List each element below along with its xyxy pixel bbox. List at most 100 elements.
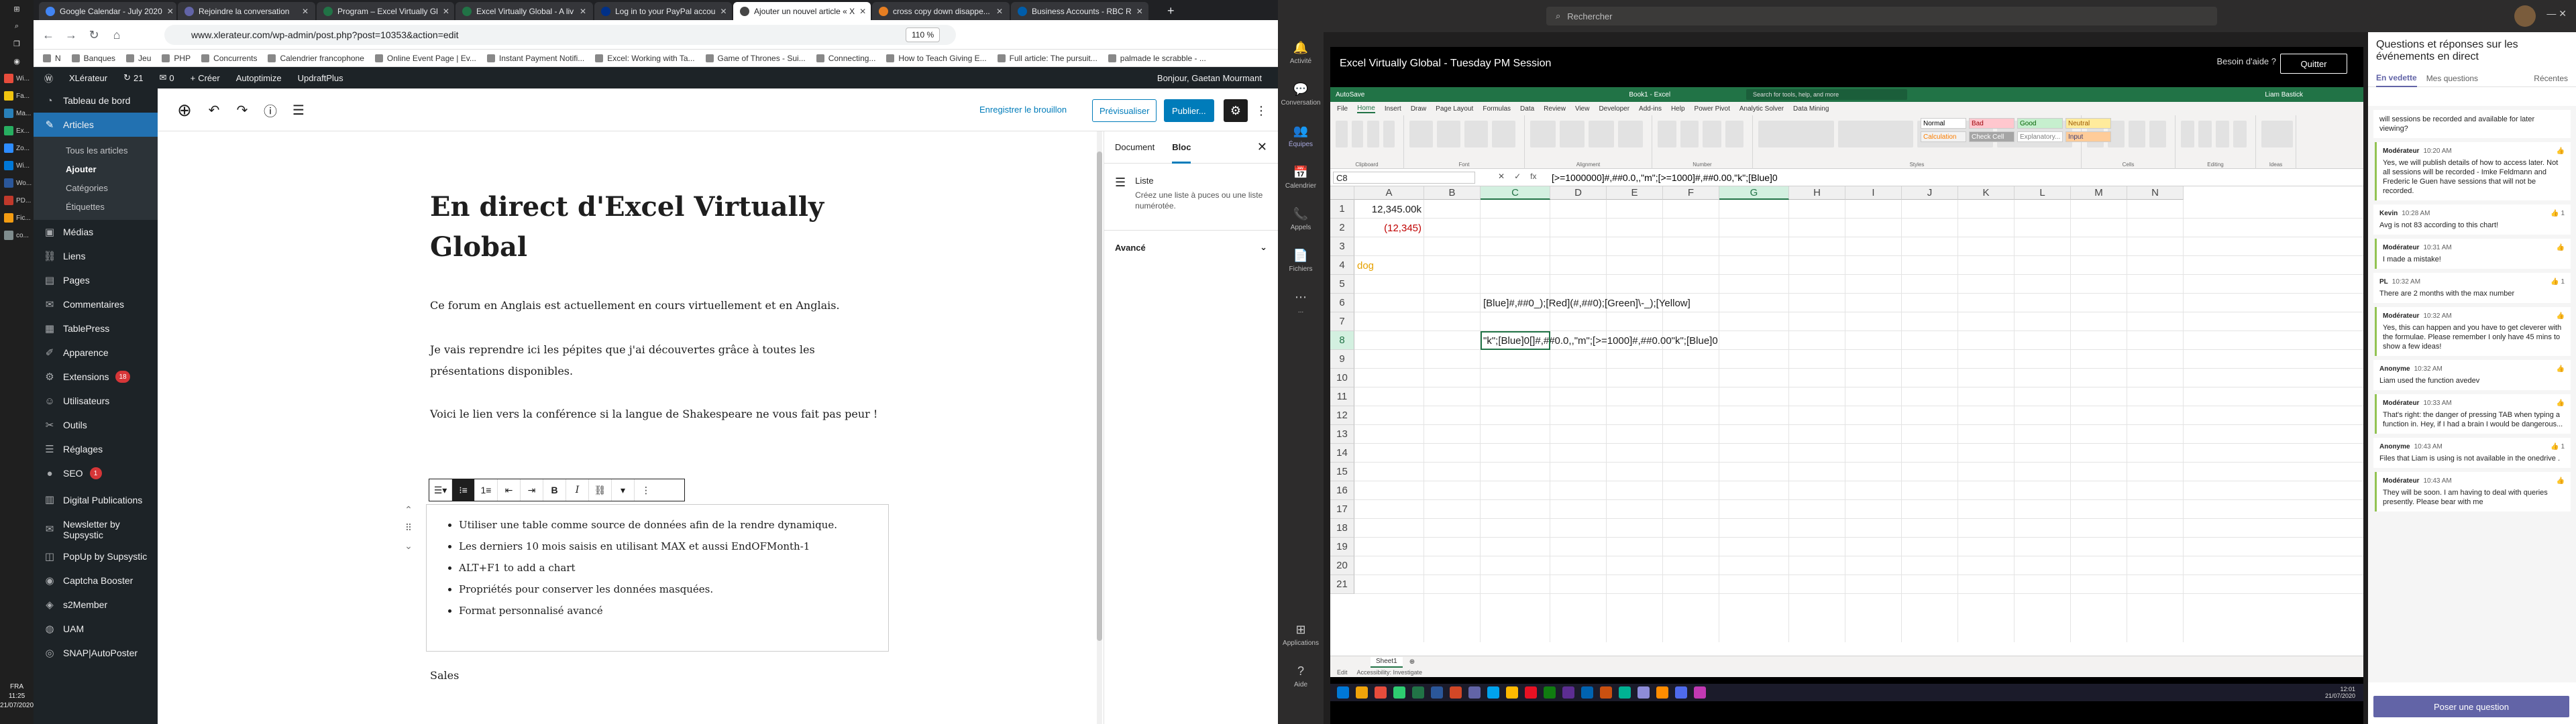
- help-link[interactable]: Besoin d'aide ?: [2217, 56, 2277, 66]
- move-down-icon[interactable]: ⌄: [405, 540, 413, 552]
- sidebar-item[interactable]: ⚙ Extensions 18: [34, 365, 158, 389]
- taskbar-app[interactable]: Ma...: [0, 105, 34, 122]
- avatar[interactable]: [2514, 5, 2536, 27]
- search-icon[interactable]: ⌕: [0, 17, 34, 35]
- bookmark-item[interactable]: palmade le scrabble - ...: [1108, 54, 1206, 63]
- bookmark-item[interactable]: Jeu: [126, 54, 151, 63]
- advanced-panel-toggle[interactable]: Avancé ⌄: [1104, 231, 1278, 264]
- taskbar-app[interactable]: Zo...: [0, 139, 34, 157]
- publish-button[interactable]: Publier...: [1164, 99, 1214, 122]
- qa-tab[interactable]: Récentes: [2534, 74, 2568, 83]
- rail-item[interactable]: 💬 Conversation: [1278, 74, 1324, 115]
- paragraph-1[interactable]: Ce forum en Anglais est actuellement en …: [430, 295, 886, 316]
- rail-item[interactable]: 📄 Fichiers: [1278, 240, 1324, 282]
- numbered-list-icon[interactable]: 1≡: [475, 479, 498, 501]
- close-icon[interactable]: ✕: [996, 7, 1003, 16]
- close-icon[interactable]: ✕: [580, 7, 586, 16]
- bookmark-item[interactable]: Banques: [71, 54, 115, 63]
- qa-like[interactable]: 👍 1: [2551, 209, 2565, 219]
- outline-icon[interactable]: ☰: [286, 98, 311, 122]
- list-item[interactable]: Utiliser une table comme source de donné…: [459, 514, 875, 536]
- bookmark-item[interactable]: Instant Payment Notifi...: [486, 54, 584, 63]
- more-formats-icon[interactable]: ▾: [612, 479, 635, 501]
- save-draft-button[interactable]: Enregistrer le brouillon: [979, 105, 1067, 115]
- home-icon[interactable]: ⌂: [107, 25, 126, 44]
- paragraph-3[interactable]: Voici le lien vers la conférence si la l…: [430, 404, 886, 425]
- qa-tab[interactable]: Mes questions: [2426, 74, 2478, 83]
- browser-tab[interactable]: Business Accounts - RBC R ✕: [1011, 2, 1148, 20]
- taskbar-app[interactable]: Wo...: [0, 174, 34, 192]
- sidebar-item[interactable]: ☺ Utilisateurs: [34, 389, 158, 413]
- close-icon[interactable]: ✕: [1136, 7, 1143, 16]
- bookmark-item[interactable]: Online Event Page | Ev...: [374, 54, 476, 63]
- add-block-icon[interactable]: ⊕: [172, 98, 197, 122]
- sidebar-item[interactable]: ✉ Commentaires: [34, 292, 158, 316]
- bookmark-item[interactable]: Full article: The pursuit...: [997, 54, 1097, 63]
- close-icon[interactable]: ✕: [859, 7, 866, 16]
- new-tab-icon[interactable]: +: [1167, 4, 1175, 18]
- forward-icon[interactable]: →: [62, 25, 80, 44]
- rail-item[interactable]: 👥 Équipes: [1278, 115, 1324, 157]
- plugin-updraftplus[interactable]: UpdraftPlus: [298, 73, 343, 83]
- rail-item[interactable]: ⋯...: [1278, 282, 1324, 323]
- sidebar-item[interactable]: ◈ s2Member: [34, 593, 158, 617]
- bookmark-item[interactable]: Excel: Working with Ta...: [595, 54, 695, 63]
- taskbar-app[interactable]: Fa...: [0, 87, 34, 105]
- outdent-icon[interactable]: ⇤: [498, 479, 521, 501]
- bookmark-item[interactable]: PHP: [162, 54, 191, 63]
- zoom-indicator[interactable]: 110 %: [906, 27, 941, 42]
- qa-like[interactable]: 👍: [2557, 147, 2565, 156]
- taskbar-app[interactable]: PD...: [0, 192, 34, 209]
- bold-icon[interactable]: B: [543, 479, 566, 501]
- task-view-icon[interactable]: ❐: [0, 35, 34, 52]
- taskbar-app[interactable]: Wi...: [0, 157, 34, 174]
- rail-item[interactable]: 📞 Appels: [1278, 198, 1324, 240]
- teams-search-input[interactable]: ⌕ Rechercher: [1546, 7, 2217, 25]
- back-icon[interactable]: ←: [39, 25, 58, 44]
- address-bar[interactable]: www.xlerateur.com/wp-admin/post.php?post…: [164, 25, 956, 45]
- sidebar-item[interactable]: ● SEO 1: [34, 461, 158, 485]
- close-icon[interactable]: ✕: [302, 7, 309, 16]
- sidebar-item[interactable]: ✂ Outils: [34, 413, 158, 437]
- list-item[interactable]: Les derniers 10 mois saisis en utilisant…: [459, 536, 875, 557]
- info-icon[interactable]: ⓘ: [258, 98, 282, 122]
- bookmark-item[interactable]: Calendrier francophone: [268, 54, 364, 63]
- browser-tab[interactable]: Program – Excel Virtually Gl ✕: [317, 2, 454, 20]
- redo-icon[interactable]: ↷: [230, 98, 254, 122]
- browser-tab[interactable]: Ajouter un nouvel article « X ✕: [733, 2, 871, 20]
- rail-item[interactable]: ? Aide: [1278, 656, 1324, 697]
- updates-count[interactable]: ↻ 21: [123, 72, 143, 83]
- more-options-icon[interactable]: ⋮: [1252, 99, 1270, 122]
- comments-count[interactable]: ✉ 0: [159, 72, 174, 83]
- sidebar-item[interactable]: ◍ UAM: [34, 617, 158, 641]
- leave-button[interactable]: Quitter: [2280, 54, 2347, 74]
- list-item[interactable]: Format personnalisé avancé: [459, 600, 875, 621]
- list-item[interactable]: Propriétés pour conserver les données ma…: [459, 579, 875, 600]
- qa-like[interactable]: 👍: [2557, 399, 2565, 408]
- windows-start-icon[interactable]: ⊞: [0, 0, 34, 17]
- ask-question-button[interactable]: Poser une question: [2373, 696, 2569, 717]
- new-content-button[interactable]: + Créer: [191, 73, 220, 83]
- qa-like[interactable]: 👍: [2557, 365, 2565, 374]
- move-up-icon[interactable]: ⌃: [405, 504, 413, 516]
- sidebar-item[interactable]: ◉ Captcha Booster: [34, 568, 158, 593]
- italic-icon[interactable]: I: [566, 479, 589, 501]
- sidebar-subitem[interactable]: Tous les articles: [34, 141, 158, 160]
- post-title[interactable]: En direct d'Excel Virtually Global: [430, 187, 900, 267]
- taskbar-app[interactable]: Fic...: [0, 209, 34, 227]
- list-block[interactable]: Utiliser une table comme source de donné…: [426, 504, 889, 652]
- rail-item[interactable]: 🔔 Activité: [1278, 32, 1324, 74]
- taskbar-app[interactable]: Ex...: [0, 122, 34, 139]
- bookmark-item[interactable]: N: [43, 54, 61, 63]
- block-more-icon[interactable]: ⋮: [635, 479, 657, 501]
- undo-icon[interactable]: ↶: [202, 98, 226, 122]
- sidebar-item[interactable]: ☰ Réglages: [34, 437, 158, 461]
- qa-like[interactable]: 👍: [2557, 243, 2565, 253]
- tab-document[interactable]: Document: [1115, 131, 1155, 164]
- qa-like[interactable]: 👍 1: [2551, 442, 2565, 452]
- sidebar-subitem[interactable]: Ajouter: [34, 160, 158, 178]
- paragraph-sales[interactable]: Sales: [430, 665, 886, 686]
- chrome-icon[interactable]: ◉: [0, 52, 34, 70]
- taskbar-clock[interactable]: FRA 11:25 21/07/2020: [0, 682, 34, 711]
- tab-block[interactable]: Bloc: [1172, 131, 1191, 164]
